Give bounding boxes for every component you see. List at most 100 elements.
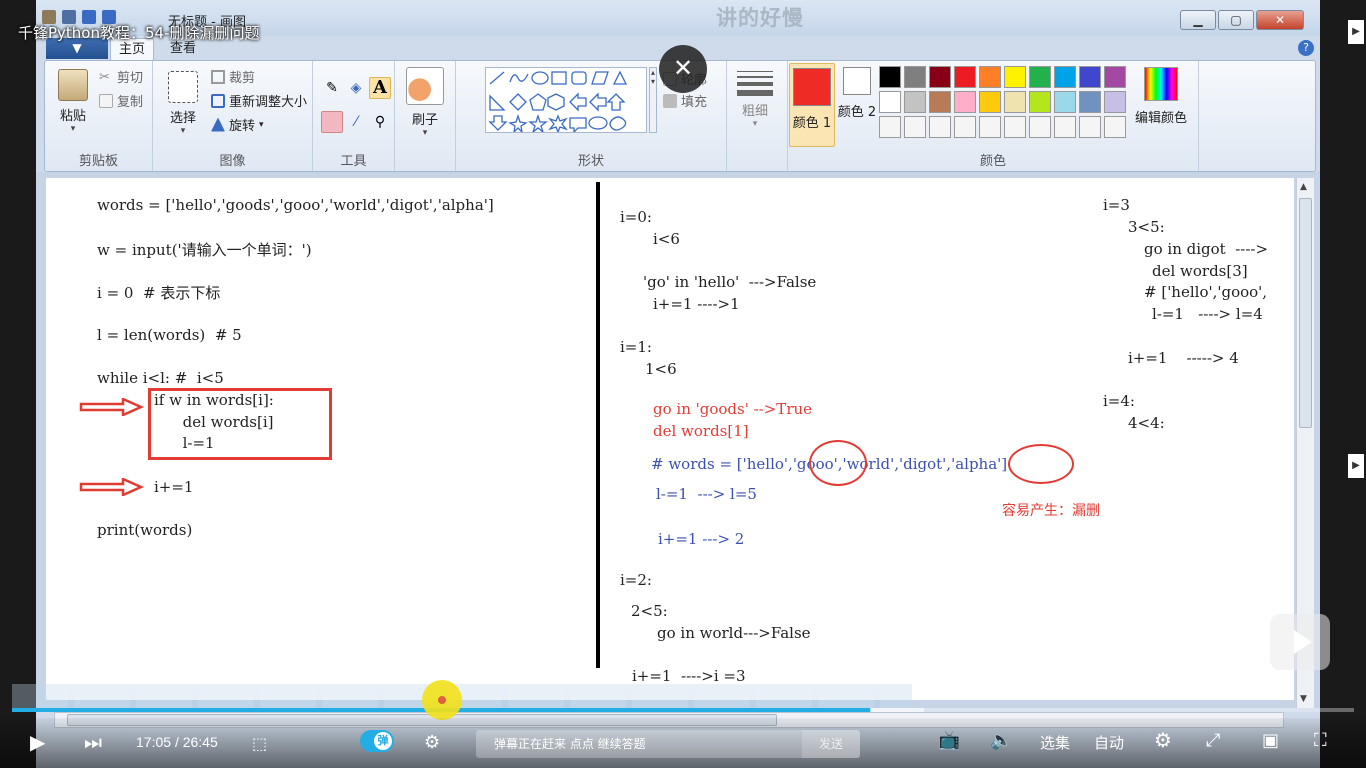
paste-button[interactable]: 粘贴 ▾ bbox=[53, 69, 93, 134]
window-controls: ▁ ▢ ✕ bbox=[1180, 10, 1304, 30]
help-icon[interactable]: ? bbox=[1298, 40, 1314, 56]
subtitle-icon[interactable]: ⬚ bbox=[252, 734, 267, 753]
close-window-button[interactable]: ✕ bbox=[1256, 10, 1304, 30]
fill-bucket-icon bbox=[663, 93, 677, 108]
drawing-canvas[interactable]: words = ['hello','goods','gooo','world',… bbox=[46, 178, 1294, 700]
trace-i1-check: go in 'goods' -->True bbox=[653, 400, 813, 418]
scissors-icon: ✂ bbox=[99, 69, 110, 85]
text-tool-button[interactable]: A bbox=[369, 77, 391, 99]
pip-icon[interactable]: ▣ bbox=[1262, 730, 1279, 751]
color-picker-icon[interactable]: ⁄ bbox=[345, 111, 367, 133]
selection-icon bbox=[168, 71, 198, 103]
send-button[interactable]: 发送 bbox=[802, 730, 860, 758]
trace-i4-cond: 4<4: bbox=[1128, 414, 1165, 432]
progress-bar[interactable] bbox=[12, 708, 1354, 712]
image-group-label: 图像 bbox=[219, 154, 246, 169]
pencil-icon[interactable]: ✎ bbox=[321, 77, 343, 99]
crop-label: 裁剪 bbox=[229, 71, 256, 86]
resize-button[interactable]: 重新调整大小 bbox=[211, 91, 307, 110]
arrow-icon bbox=[79, 398, 145, 416]
volume-icon[interactable]: 🔈 bbox=[990, 730, 1012, 751]
list-skipped-item: 'alpha' bbox=[951, 455, 1002, 473]
clipboard-group: 粘贴 ▾ ✂ 剪切 复制 剪贴板 bbox=[45, 61, 153, 171]
crop-icon bbox=[211, 69, 225, 84]
trace-i3-dec: l-=1 ----> l=4 bbox=[1152, 305, 1263, 323]
trace-i3-list: # ['hello','gooo', bbox=[1144, 283, 1268, 301]
select-button[interactable]: 选择 ▾ bbox=[161, 71, 205, 136]
gear-icon[interactable]: ⚙ bbox=[1154, 728, 1172, 752]
brushes-label: 刷子 bbox=[411, 113, 438, 128]
note-text: 容易产生：漏删 bbox=[1002, 503, 1100, 519]
circle-gooo bbox=[809, 440, 867, 486]
magnifier-icon[interactable]: ⚲ bbox=[369, 111, 391, 133]
code-line-inc: i+=1 bbox=[154, 478, 194, 496]
crop-button[interactable]: 裁剪 bbox=[211, 67, 255, 86]
trace-i2-inc: i+=1 ---->i =3 bbox=[632, 667, 746, 685]
resize-icon bbox=[211, 93, 225, 108]
danmaku-input[interactable]: 弹幕正在赶来 点点 继续答题 bbox=[476, 730, 802, 758]
list-part: ] bbox=[1001, 455, 1008, 473]
fullscreen-icon[interactable]: ⛶ bbox=[1314, 730, 1327, 751]
play-overlay-button[interactable] bbox=[1270, 614, 1330, 670]
trace-i2-cond: 2<5: bbox=[631, 602, 668, 620]
vertical-scroll-thumb[interactable] bbox=[1299, 198, 1312, 428]
trace-i1-dec: l-=1 ---> l=5 bbox=[656, 485, 757, 503]
episodes-button[interactable]: 选集 bbox=[1040, 732, 1070, 753]
minimize-button[interactable]: ▁ bbox=[1180, 10, 1216, 30]
rotate-icon bbox=[211, 117, 225, 132]
shapes-scroll[interactable]: ▴ ▾ bbox=[649, 67, 657, 133]
arrow-icon bbox=[79, 478, 145, 496]
progress-scrubber[interactable] bbox=[422, 680, 462, 720]
copy-button[interactable]: 复制 bbox=[99, 91, 143, 110]
shapes-gallery[interactable] bbox=[485, 67, 647, 133]
trace-i2-check: go in world--->False bbox=[657, 624, 811, 642]
image-group: 选择 ▾ 裁剪 重新调整大小 旋转 ▾ 图像 bbox=[153, 61, 313, 171]
fill-icon[interactable]: ◈ bbox=[345, 77, 367, 99]
canvas-area: words = ['hello','goods','gooo','world',… bbox=[36, 172, 1320, 712]
trace-i1: i=1: bbox=[620, 338, 652, 356]
player-controls: ▶ ⏭ 17:05 / 26:45 ⬚ 弹 ⚙ 弹幕正在赶来 点点 继续答题 发… bbox=[0, 718, 1366, 768]
trace-i0-cond: i<6 bbox=[653, 230, 680, 248]
circle-alpha bbox=[1008, 444, 1074, 484]
rotate-label: 旋转 bbox=[229, 119, 256, 134]
shapes-group-label: 形状 bbox=[577, 154, 604, 169]
size-button[interactable]: 粗细 ▾ bbox=[733, 67, 777, 129]
autoplay-button[interactable]: 自动 bbox=[1094, 732, 1124, 753]
danmaku-toggle[interactable]: 弹 bbox=[360, 730, 394, 752]
time-separator: / bbox=[174, 734, 179, 750]
rotate-button[interactable]: 旋转 ▾ bbox=[211, 115, 264, 134]
code-line-len: l = len(words) # 5 bbox=[97, 326, 242, 344]
maximize-button[interactable]: ▢ bbox=[1218, 10, 1254, 30]
cut-label: 剪切 bbox=[117, 71, 144, 86]
scroll-up-icon[interactable]: ▲ bbox=[1300, 182, 1307, 192]
chevron-right-icon[interactable]: ▶ bbox=[1348, 20, 1364, 44]
play-button[interactable]: ▶ bbox=[30, 730, 45, 754]
tools-group-label: 工具 bbox=[340, 154, 367, 169]
fill-button[interactable]: 填充 bbox=[663, 91, 707, 110]
trace-i4: i=4: bbox=[1103, 392, 1135, 410]
eraser-icon[interactable] bbox=[321, 111, 343, 133]
danmaku-settings-icon[interactable]: ⚙ bbox=[424, 732, 440, 753]
trace-i3-cond: 3<5: bbox=[1128, 218, 1165, 236]
next-button[interactable]: ⏭ bbox=[84, 730, 102, 754]
select-label: 选择 bbox=[169, 111, 196, 126]
scroll-down-icon[interactable]: ▼ bbox=[1300, 694, 1307, 704]
trace-i3-inc: i+=1 -----> 4 bbox=[1128, 349, 1239, 367]
resize-label: 重新调整大小 bbox=[229, 95, 308, 110]
brushes-button[interactable]: 刷子 ▾ bbox=[399, 67, 451, 138]
paint-window: 无标题 - 画图 讲的好慢 ▁ ▢ ✕ ▼ 主页 查看 ? 粘贴 ▾ ✂ 剪切 … bbox=[36, 0, 1320, 768]
tv-icon[interactable]: 📺 bbox=[938, 730, 960, 751]
video-title: 千锋Python教程：54-删除漏删问题 bbox=[18, 24, 260, 42]
play-icon bbox=[1294, 630, 1312, 654]
code-line-while: while i<l: # i<5 bbox=[97, 369, 224, 387]
size-label: 粗细 bbox=[741, 104, 768, 119]
cut-button[interactable]: ✂ 剪切 bbox=[99, 67, 144, 87]
chevron-right-icon[interactable]: ▶ bbox=[1348, 454, 1364, 478]
fill-label: 填充 bbox=[681, 95, 708, 110]
wide-mode-icon[interactable]: ⤢ bbox=[1206, 730, 1220, 751]
trace-i0: i=0: bbox=[620, 208, 652, 226]
trace-i2: i=2: bbox=[620, 571, 652, 589]
close-overlay-button[interactable]: ✕ bbox=[659, 45, 707, 93]
code-line-words: words = ['hello','goods','gooo','world',… bbox=[97, 196, 494, 214]
shapes-icon bbox=[488, 70, 628, 132]
